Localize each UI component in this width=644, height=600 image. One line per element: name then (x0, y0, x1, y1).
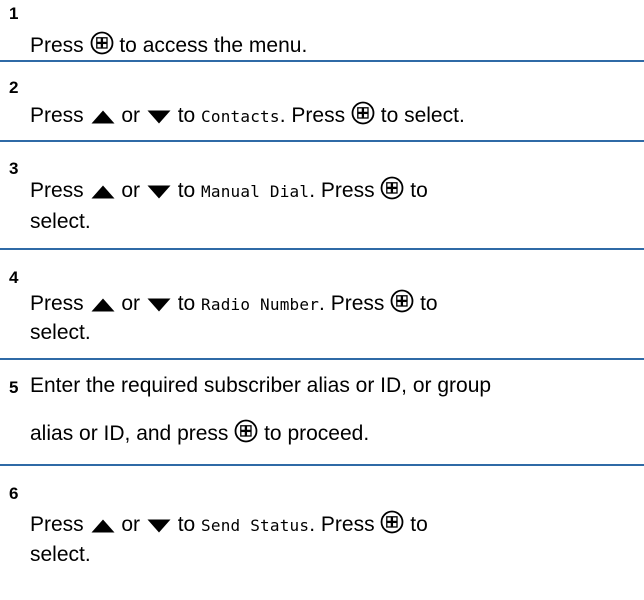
instruction-text: Enter the required subscriber alias or I… (30, 374, 492, 397)
step-number: 6 (9, 484, 19, 503)
instruction-text: Press (30, 513, 90, 536)
step-instruction-line: select. (30, 322, 91, 343)
instruction-text: select. (30, 210, 91, 233)
step-number: 2 (9, 78, 19, 97)
instruction-text: to (404, 179, 428, 202)
procedure-step: 1 Press to access the menu. (0, 0, 644, 62)
up-arrow-icon (90, 297, 116, 313)
instruction-text: to (171, 513, 202, 536)
procedure-step: 6 Press or to Send Status. Press to select… (0, 466, 644, 600)
instruction-text: alias or ID, and press (30, 422, 235, 445)
procedure-step: 4 Press or to Radio Number. Press to selec… (0, 250, 644, 360)
instruction-text: to access the menu. (113, 34, 308, 57)
down-arrow-icon (146, 184, 172, 200)
down-arrow-icon (146, 518, 172, 534)
menu-item-name: Manual Dial (201, 182, 310, 201)
step-instruction-line: Press or to Manual Dial. Press to (30, 176, 428, 201)
menu-ok-button-icon (351, 101, 375, 125)
step-instruction-line: select. (30, 544, 91, 565)
instruction-text: . Press (309, 513, 381, 536)
step-number: 4 (9, 268, 19, 287)
instruction-text: to (171, 104, 202, 127)
instruction-text: to (171, 292, 202, 315)
step-number: 3 (9, 159, 19, 178)
instruction-text: to (404, 513, 428, 536)
up-arrow-icon (90, 109, 116, 125)
step-instruction-line: Press or to Contacts. Press to select. (30, 101, 465, 126)
procedure-steps: 1 Press to access the menu. 2 Press or to C… (0, 0, 644, 600)
procedure-step: 5 Enter the required subscriber alias or … (0, 360, 644, 466)
step-instruction-line: alias or ID, and press to proceed. (30, 419, 369, 444)
menu-ok-button-icon (234, 419, 258, 443)
step-instruction-line: Press or to Send Status. Press to (30, 510, 428, 535)
instruction-text: to (171, 179, 202, 202)
menu-item-name: Send Status (201, 516, 310, 535)
down-arrow-icon (146, 109, 172, 125)
menu-ok-button-icon (390, 289, 414, 313)
menu-ok-button-icon (380, 510, 404, 534)
instruction-text: . Press (319, 292, 391, 315)
instruction-text: to (414, 292, 438, 315)
step-instruction-line: Press or to Radio Number. Press to (30, 289, 438, 314)
instruction-text: Press (30, 34, 90, 57)
instruction-text: Press (30, 292, 90, 315)
procedure-step: 3 Press or to Manual Dial. Press to select… (0, 142, 644, 250)
instruction-text: or (115, 104, 146, 127)
procedure-step: 2 Press or to Contacts. Press to select. (0, 62, 644, 142)
instruction-text: or (115, 179, 146, 202)
down-arrow-icon (146, 297, 172, 313)
step-number: 5 (9, 378, 19, 397)
instruction-text: to proceed. (258, 422, 370, 445)
instruction-text: Press (30, 179, 90, 202)
step-instruction-line: select. (30, 211, 91, 232)
instruction-text: . Press (309, 179, 381, 202)
step-number: 1 (9, 4, 19, 23)
menu-ok-button-icon (380, 176, 404, 200)
instruction-text: or (115, 292, 146, 315)
menu-item-name: Contacts (201, 107, 280, 126)
instruction-text: or (115, 513, 146, 536)
step-instruction-line: Enter the required subscriber alias or I… (30, 375, 491, 396)
step-instruction-line: Press to access the menu. (30, 31, 307, 56)
instruction-text: to select. (374, 104, 465, 127)
menu-item-name: Radio Number (201, 295, 320, 314)
instruction-text: . Press (279, 104, 351, 127)
instruction-text: Press (30, 104, 90, 127)
menu-ok-button-icon (90, 31, 114, 55)
up-arrow-icon (90, 518, 116, 534)
instruction-text: select. (30, 321, 91, 344)
instruction-text: select. (30, 543, 91, 566)
up-arrow-icon (90, 184, 116, 200)
